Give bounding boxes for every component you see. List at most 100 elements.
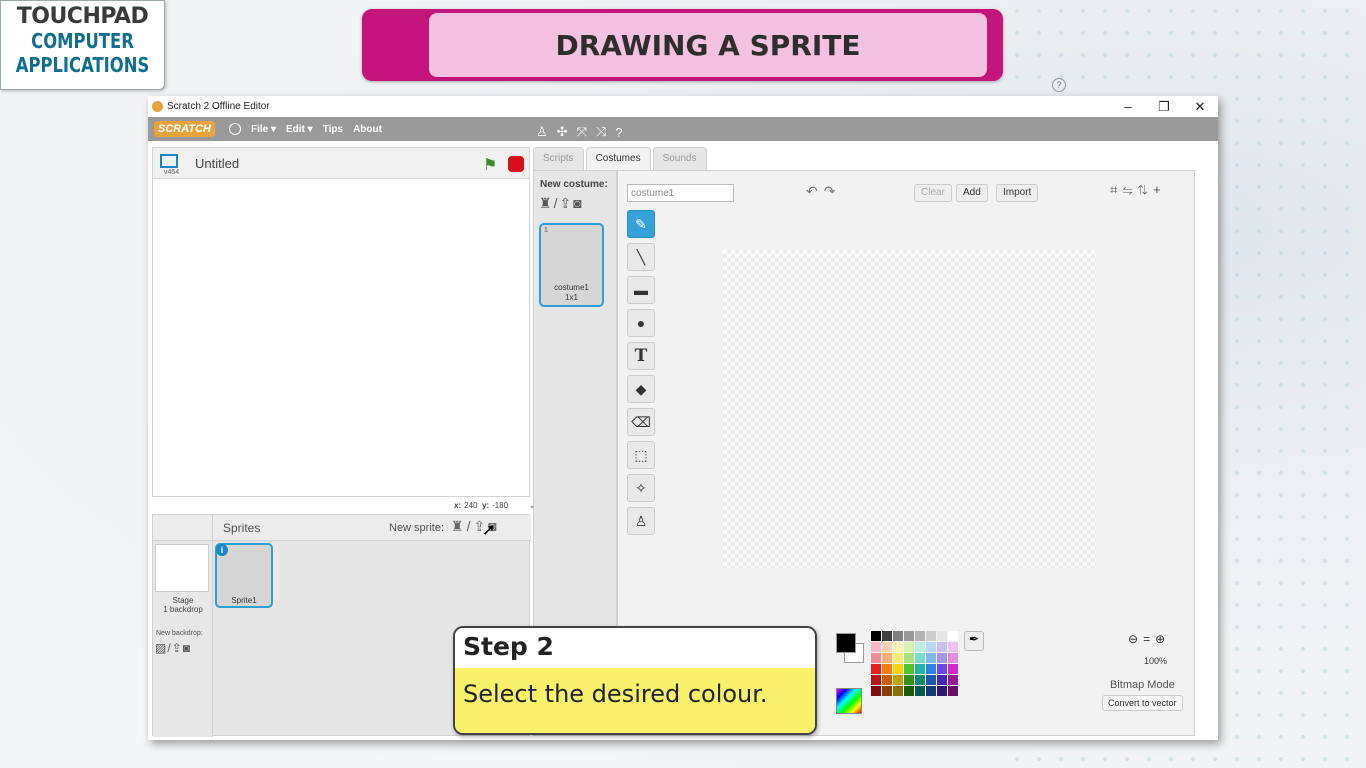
clear-button[interactable]: Clear xyxy=(914,184,952,202)
palette-swatch[interactable] xyxy=(915,664,925,674)
palette-swatch[interactable] xyxy=(915,631,925,641)
palette-swatch[interactable] xyxy=(871,664,881,674)
costume-library-icon[interactable]: ♜ xyxy=(539,195,554,211)
add-button[interactable]: Add xyxy=(956,184,988,202)
zoom-out-icon[interactable]: ⊖ xyxy=(1128,632,1143,646)
select-remove-background-icon[interactable]: ✧ xyxy=(627,474,655,502)
palette-swatch[interactable] xyxy=(904,664,914,674)
zoom-in-icon[interactable]: ⊕ xyxy=(1155,632,1170,646)
palette-swatch[interactable] xyxy=(937,631,947,641)
restore-button[interactable]: ❐ xyxy=(1146,99,1182,115)
palette-swatch[interactable] xyxy=(915,653,925,663)
import-button[interactable]: Import xyxy=(996,184,1039,202)
flip-horizontal-icon[interactable]: ⇋ xyxy=(1122,182,1137,197)
palette-swatch[interactable] xyxy=(948,675,958,685)
eraser-tool-icon[interactable]: ⌫ xyxy=(627,408,655,436)
cut-icon[interactable]: ✣ xyxy=(557,124,568,140)
palette-swatch[interactable] xyxy=(915,642,925,652)
foreground-color-swatch[interactable] xyxy=(836,633,856,653)
editor-help-icon[interactable]: ? xyxy=(1052,78,1066,92)
palette-swatch[interactable] xyxy=(937,653,947,663)
upload-backdrop-icon[interactable]: ⇪ xyxy=(172,641,183,655)
palette-swatch[interactable] xyxy=(871,686,881,696)
stop-icon[interactable] xyxy=(508,156,524,172)
presentation-mode-icon[interactable] xyxy=(160,154,178,168)
palette-swatch[interactable] xyxy=(871,675,881,685)
palette-swatch[interactable] xyxy=(893,642,903,652)
palette-swatch[interactable] xyxy=(904,675,914,685)
shrink-icon[interactable]: ⤨ xyxy=(596,124,606,140)
stamp-tool-icon[interactable]: ♙ xyxy=(627,507,655,535)
duplicate-stamp-icon[interactable]: ♙ xyxy=(536,124,548,140)
palette-swatch[interactable] xyxy=(882,664,892,674)
rectangle-tool-icon[interactable]: ▬ xyxy=(627,276,655,304)
palette-swatch[interactable] xyxy=(893,675,903,685)
eyedropper-icon[interactable]: ✒ xyxy=(964,631,984,651)
convert-to-vector-button[interactable]: Convert to vector xyxy=(1102,695,1183,711)
camera-costume-icon[interactable]: ◙ xyxy=(573,195,583,211)
palette-swatch[interactable] xyxy=(937,686,947,696)
palette-swatch[interactable] xyxy=(893,664,903,674)
palette-swatch[interactable] xyxy=(893,686,903,696)
menu-file[interactable]: File ▾ xyxy=(251,124,276,135)
sprite-library-icon[interactable]: ♜ xyxy=(451,518,467,534)
color-picker-gradient[interactable] xyxy=(836,688,862,714)
undo-icon[interactable]: ↶ xyxy=(806,183,824,199)
menu-edit[interactable]: Edit ▾ xyxy=(286,124,313,135)
tab-sounds[interactable]: Sounds xyxy=(652,147,707,170)
palette-swatch[interactable] xyxy=(882,686,892,696)
costume-name-input[interactable] xyxy=(627,184,734,202)
help-icon[interactable]: ? xyxy=(615,125,622,140)
palette-swatch[interactable] xyxy=(937,642,947,652)
tab-scripts[interactable]: Scripts xyxy=(533,147,584,170)
green-flag-icon[interactable]: ⚑ xyxy=(483,155,497,175)
ellipse-tool-icon[interactable]: ● xyxy=(627,309,655,337)
palette-swatch[interactable] xyxy=(926,631,936,641)
palette-swatch[interactable] xyxy=(882,631,892,641)
project-title[interactable]: Untitled xyxy=(195,156,239,171)
line-tool-icon[interactable]: ╲ xyxy=(627,243,655,271)
palette-swatch[interactable] xyxy=(926,664,936,674)
palette-swatch[interactable] xyxy=(948,686,958,696)
palette-swatch[interactable] xyxy=(948,653,958,663)
info-icon[interactable]: i xyxy=(216,544,228,556)
tab-costumes[interactable]: Costumes xyxy=(585,147,651,170)
redo-icon[interactable]: ↷ xyxy=(824,183,842,199)
palette-swatch[interactable] xyxy=(882,642,892,652)
flip-vertical-icon[interactable]: ⇅ xyxy=(1138,182,1153,197)
paint-canvas[interactable] xyxy=(723,250,1096,568)
costume-thumbnail[interactable]: 1 costume1 1x1 xyxy=(539,223,604,307)
fill-tool-icon[interactable]: ◆ xyxy=(627,375,655,403)
menu-tips[interactable]: Tips xyxy=(323,124,343,135)
palette-swatch[interactable] xyxy=(904,653,914,663)
brush-tool-icon[interactable]: ✎ xyxy=(627,210,655,238)
camera-backdrop-icon[interactable]: ◙ xyxy=(183,641,191,655)
palette-swatch[interactable] xyxy=(871,642,881,652)
scratch-logo[interactable]: SCRATCH xyxy=(154,121,215,137)
set-center-icon[interactable]: + xyxy=(1153,182,1166,197)
palette-swatch[interactable] xyxy=(893,653,903,663)
palette-swatch[interactable] xyxy=(904,631,914,641)
crop-icon[interactable]: ⌗ xyxy=(1110,182,1122,197)
palette-swatch[interactable] xyxy=(871,631,881,641)
backdrop-library-icon[interactable]: ▨ xyxy=(155,641,167,655)
zoom-reset-icon[interactable]: = xyxy=(1143,632,1155,646)
palette-swatch[interactable] xyxy=(948,642,958,652)
palette-swatch[interactable] xyxy=(937,664,947,674)
select-tool-icon[interactable]: ⬚ xyxy=(627,441,655,469)
stage-area[interactable] xyxy=(152,179,530,497)
upload-costume-icon[interactable]: ⇪ xyxy=(559,195,573,211)
minimize-button[interactable]: – xyxy=(1110,99,1146,115)
palette-swatch[interactable] xyxy=(926,675,936,685)
globe-icon[interactable] xyxy=(228,123,241,135)
text-tool-icon[interactable]: T xyxy=(627,342,655,370)
palette-swatch[interactable] xyxy=(948,631,958,641)
palette-swatch[interactable] xyxy=(915,675,925,685)
palette-swatch[interactable] xyxy=(937,675,947,685)
palette-swatch[interactable] xyxy=(926,686,936,696)
palette-swatch[interactable] xyxy=(904,686,914,696)
palette-swatch[interactable] xyxy=(904,642,914,652)
palette-swatch[interactable] xyxy=(926,642,936,652)
palette-swatch[interactable] xyxy=(926,653,936,663)
stage-thumbnail[interactable] xyxy=(155,544,209,592)
